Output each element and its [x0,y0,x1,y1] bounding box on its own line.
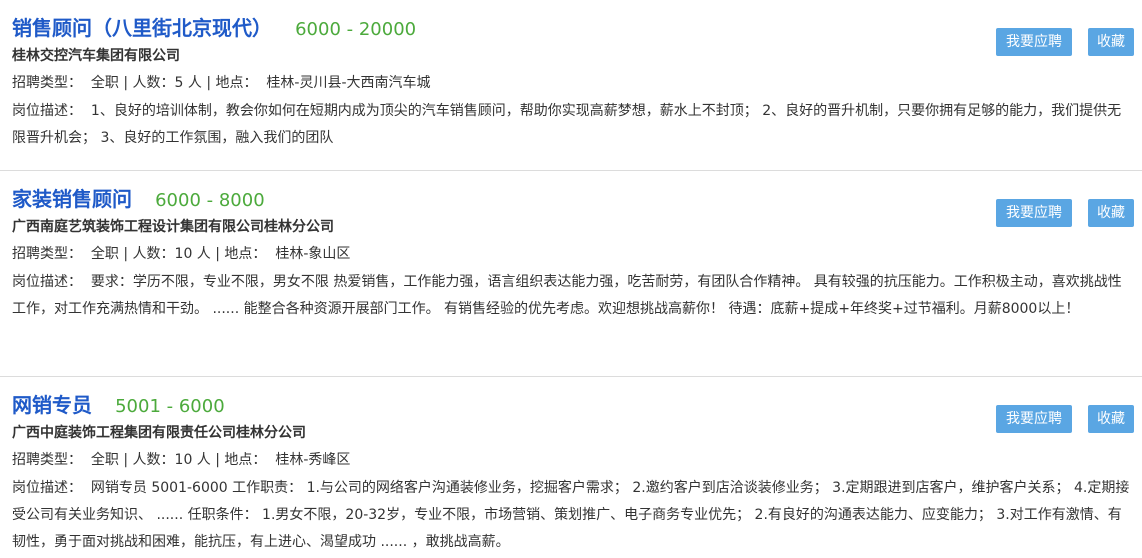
company-name: 广西南庭艺筑装饰工程设计集团有限公司桂林分公司 [12,219,334,235]
job-card: 网销专员 5001 - 6000 广西中庭装饰工程集团有限责任公司桂林分公司 招… [0,377,1142,558]
desc-text: 1、良好的培训体制，教会你如何在短期内成为顶尖的汽车销售顾问，帮助你实现高薪梦想… [12,103,1122,146]
desc-label: 岗位描述： [12,274,82,290]
type-label: 招聘类型： [12,75,82,91]
desc-label: 岗位描述： [12,480,82,496]
job-count: 10 人 [174,452,211,468]
job-count: 5 人 [174,75,202,91]
location-label: 地点： [215,75,258,91]
job-location: 桂林-秀峰区 [275,452,351,468]
job-description: 岗位描述： 网销专员 5001-6000 工作职责： 1.与公司的网络客户沟通装… [12,475,1130,556]
location-label: 地点： [224,452,267,468]
meta-separator: | [215,246,220,262]
job-title-row: 家装销售顾问 6000 - 8000 [12,183,265,211]
job-meta: 招聘类型： 全职 | 人数：10 人 | 地点： 桂林-秀峰区 [12,449,350,469]
job-title-link[interactable]: 家装销售顾问 [12,187,132,211]
count-label: 人数： [132,452,175,468]
company-name: 广西中庭装饰工程集团有限责任公司桂林分公司 [12,425,306,441]
job-description: 岗位描述： 要求：学历不限，专业不限，男女不限 热爱销售，工作能力强，语言组织表… [12,269,1130,323]
meta-separator: | [206,75,212,91]
company-name: 桂林交控汽车集团有限公司 [12,48,180,64]
meta-separator: | [123,246,129,262]
type-label: 招聘类型： [12,246,82,262]
favorite-button[interactable]: 收藏 [1088,28,1134,56]
job-salary: 5001 - 6000 [115,396,225,417]
favorite-button[interactable]: 收藏 [1088,199,1134,227]
job-type: 全职 [90,246,119,262]
job-card: 家装销售顾问 6000 - 8000 广西南庭艺筑装饰工程设计集团有限公司桂林分… [0,171,1142,377]
desc-text: 网销专员 5001-6000 工作职责： 1.与公司的网络客户沟通装修业务，挖掘… [12,480,1130,550]
job-meta: 招聘类型： 全职 | 人数：5 人 | 地点： 桂林-灵川县-大西南汽车城 [12,72,431,92]
apply-button[interactable]: 我要应聘 [996,405,1072,433]
job-title-link[interactable]: 网销专员 [12,393,92,417]
location-label: 地点： [224,246,267,262]
meta-separator: | [123,75,129,91]
count-label: 人数： [132,246,175,262]
type-label: 招聘类型： [12,452,82,468]
desc-text: 要求：学历不限，专业不限，男女不限 热爱销售，工作能力强，语言组织表达能力强，吃… [12,274,1122,317]
job-type: 全职 [90,452,119,468]
job-title-link[interactable]: 销售顾问（八里街北京现代） [12,16,272,40]
job-type: 全职 [90,75,119,91]
apply-button[interactable]: 我要应聘 [996,199,1072,227]
desc-label: 岗位描述： [12,103,82,119]
job-card: 销售顾问（八里街北京现代） 6000 - 20000 桂林交控汽车集团有限公司 … [0,0,1142,171]
meta-separator: | [123,452,129,468]
job-count: 10 人 [174,246,211,262]
count-label: 人数： [132,75,175,91]
job-meta: 招聘类型： 全职 | 人数：10 人 | 地点： 桂林-象山区 [12,243,350,263]
job-salary: 6000 - 8000 [155,190,265,211]
job-title-row: 销售顾问（八里街北京现代） 6000 - 20000 [12,12,416,40]
favorite-button[interactable]: 收藏 [1088,405,1134,433]
meta-separator: | [215,452,220,468]
job-location: 桂林-灵川县-大西南汽车城 [266,75,431,91]
job-description: 岗位描述： 1、良好的培训体制，教会你如何在短期内成为顶尖的汽车销售顾问，帮助你… [12,98,1130,152]
apply-button[interactable]: 我要应聘 [996,28,1072,56]
job-location: 桂林-象山区 [275,246,351,262]
job-title-row: 网销专员 5001 - 6000 [12,389,225,417]
job-salary: 6000 - 20000 [295,19,417,40]
